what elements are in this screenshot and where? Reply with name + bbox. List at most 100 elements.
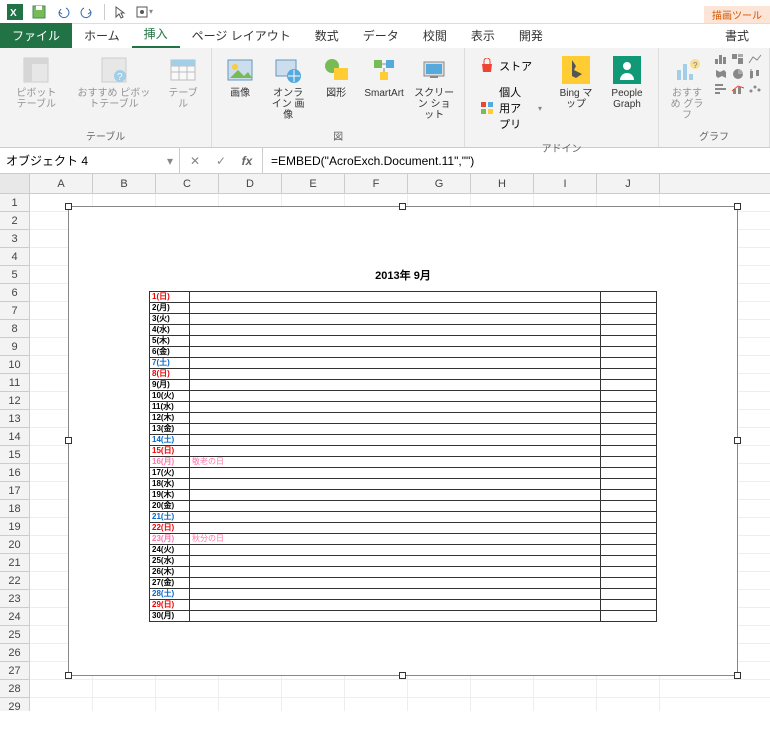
redo-icon[interactable]: [76, 2, 98, 22]
select-all-corner[interactable]: [0, 174, 30, 193]
row-header[interactable]: 22: [0, 572, 29, 590]
people-graph-button[interactable]: People Graph: [602, 52, 652, 112]
row-header[interactable]: 4: [0, 248, 29, 266]
column-header[interactable]: F: [345, 174, 408, 193]
tab-developer[interactable]: 開発: [507, 23, 555, 48]
online-picture-button[interactable]: オンライン 画像: [266, 52, 310, 123]
row-header[interactable]: 12: [0, 392, 29, 410]
name-box[interactable]: ▾: [0, 148, 180, 173]
save-icon[interactable]: [28, 2, 50, 22]
column-header[interactable]: B: [93, 174, 156, 193]
row-header[interactable]: 5: [0, 266, 29, 284]
resize-handle-tl[interactable]: [65, 203, 72, 210]
row-header[interactable]: 19: [0, 518, 29, 536]
pie-chart-icon[interactable]: [730, 67, 746, 81]
column-header[interactable]: E: [282, 174, 345, 193]
cells-area[interactable]: 2013年 9月 1(日)2(月)3(火)4(水)5(木)6(金)7(土)8(日…: [30, 194, 770, 711]
tab-view[interactable]: 表示: [459, 23, 507, 48]
touch-mode-icon[interactable]: ▾: [133, 2, 155, 22]
recommend-pivot-button[interactable]: ? おすすめ ピボットテーブル: [71, 52, 157, 112]
row-header[interactable]: 23: [0, 590, 29, 608]
tab-home[interactable]: ホーム: [72, 23, 132, 48]
column-header[interactable]: I: [534, 174, 597, 193]
row-header[interactable]: 17: [0, 482, 29, 500]
column-header[interactable]: H: [471, 174, 534, 193]
stat-chart-icon[interactable]: [747, 67, 763, 81]
cancel-formula-button[interactable]: ✕: [186, 154, 204, 168]
tab-format[interactable]: 書式: [713, 23, 761, 48]
cursor-icon[interactable]: [109, 2, 131, 22]
tab-file[interactable]: ファイル: [0, 23, 72, 48]
column-chart-icon[interactable]: [713, 52, 729, 66]
row-header[interactable]: 16: [0, 464, 29, 482]
screenshot-button[interactable]: スクリーン ショット: [410, 52, 458, 123]
row-header[interactable]: 29: [0, 698, 29, 711]
name-box-dropdown-icon[interactable]: ▾: [167, 154, 173, 168]
formula-input[interactable]: =EMBED("AcroExch.Document.11",""): [263, 154, 770, 168]
column-header[interactable]: J: [597, 174, 660, 193]
resize-handle-mr[interactable]: [734, 437, 741, 444]
row-header[interactable]: 28: [0, 680, 29, 698]
picture-button[interactable]: 画像: [218, 52, 262, 101]
column-header[interactable]: A: [30, 174, 93, 193]
tab-data[interactable]: データ: [351, 23, 411, 48]
line-chart-icon[interactable]: [747, 52, 763, 66]
row-header[interactable]: 1: [0, 194, 29, 212]
my-apps-button[interactable]: 個人用アプリ▾: [475, 82, 546, 134]
table-button[interactable]: テーブル: [161, 52, 205, 112]
row-header[interactable]: 2: [0, 212, 29, 230]
calendar-note: [190, 336, 601, 347]
calendar-day: 1(日): [150, 292, 190, 303]
fx-button[interactable]: fx: [238, 154, 256, 168]
hierarchy-chart-icon[interactable]: [730, 52, 746, 66]
resize-handle-ml[interactable]: [65, 437, 72, 444]
row-header[interactable]: 26: [0, 644, 29, 662]
tab-page-layout[interactable]: ページ レイアウト: [180, 23, 303, 48]
store-button[interactable]: ストア: [475, 56, 546, 76]
row-header[interactable]: 14: [0, 428, 29, 446]
group-label-addins: アドイン: [471, 138, 652, 155]
column-header[interactable]: D: [219, 174, 282, 193]
recommend-chart-button[interactable]: ? おすすめ グラフ: [665, 52, 709, 123]
row-header[interactable]: 9: [0, 338, 29, 356]
tab-formulas[interactable]: 数式: [303, 23, 351, 48]
resize-handle-tr[interactable]: [734, 203, 741, 210]
combo-chart-icon[interactable]: [730, 82, 746, 96]
embedded-pdf-object[interactable]: 2013年 9月 1(日)2(月)3(火)4(水)5(木)6(金)7(土)8(日…: [68, 206, 738, 676]
enter-formula-button[interactable]: ✓: [212, 154, 230, 168]
row-header[interactable]: 21: [0, 554, 29, 572]
resize-handle-br[interactable]: [734, 672, 741, 679]
row-header[interactable]: 7: [0, 302, 29, 320]
row-header[interactable]: 15: [0, 446, 29, 464]
row-header[interactable]: 13: [0, 410, 29, 428]
resize-handle-tm[interactable]: [399, 203, 406, 210]
row-header[interactable]: 10: [0, 356, 29, 374]
column-header[interactable]: C: [156, 174, 219, 193]
row-header[interactable]: 11: [0, 374, 29, 392]
row-header[interactable]: 18: [0, 500, 29, 518]
shapes-button[interactable]: 図形: [314, 52, 358, 101]
name-box-input[interactable]: [6, 154, 167, 168]
smartart-button[interactable]: SmartArt: [362, 52, 406, 101]
tab-insert[interactable]: 挿入: [132, 21, 180, 48]
resize-handle-bm[interactable]: [399, 672, 406, 679]
tab-review[interactable]: 校閲: [411, 23, 459, 48]
undo-icon[interactable]: [52, 2, 74, 22]
row-header[interactable]: 6: [0, 284, 29, 302]
calendar-day: 22(日): [150, 523, 190, 534]
row-header[interactable]: 20: [0, 536, 29, 554]
row-header[interactable]: 27: [0, 662, 29, 680]
excel-icon[interactable]: X: [4, 2, 26, 22]
row-header[interactable]: 3: [0, 230, 29, 248]
map-chart-icon[interactable]: [713, 67, 729, 81]
pivot-table-button[interactable]: ピボット テーブル: [6, 52, 67, 112]
row-header[interactable]: 8: [0, 320, 29, 338]
resize-handle-bl[interactable]: [65, 672, 72, 679]
calendar-day: 28(土): [150, 589, 190, 600]
bar-chart-icon[interactable]: [713, 82, 729, 96]
row-header[interactable]: 25: [0, 626, 29, 644]
column-header[interactable]: G: [408, 174, 471, 193]
bing-maps-button[interactable]: Bing マップ: [554, 52, 598, 112]
scatter-chart-icon[interactable]: [747, 82, 763, 96]
row-header[interactable]: 24: [0, 608, 29, 626]
